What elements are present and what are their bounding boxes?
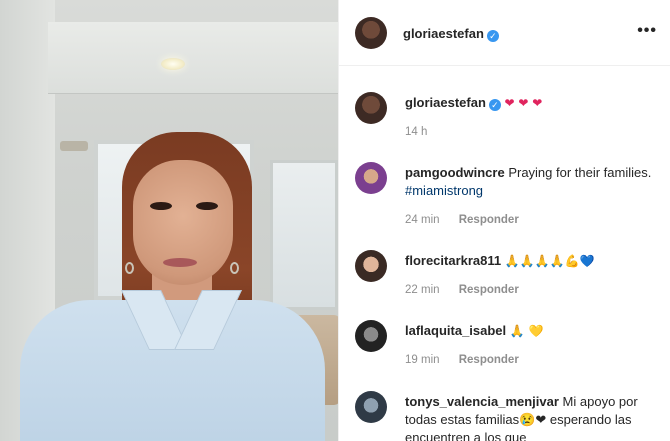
avatar[interactable] — [355, 320, 387, 352]
person-lips — [163, 258, 197, 267]
background-window-right — [270, 160, 338, 310]
caption-username[interactable]: gloriaestefan — [405, 95, 486, 110]
comment-meta: 24 min Responder — [405, 214, 535, 226]
reply-button[interactable]: Responder — [459, 214, 519, 226]
comment-text: laflaquita_isabel 🙏 💛 — [405, 322, 655, 340]
verified-badge-icon: ✓ — [486, 30, 499, 42]
avatar[interactable] — [355, 162, 387, 194]
comment-username[interactable]: pamgoodwincre — [405, 165, 505, 180]
comments-panel: gloriaestefan ✓ ••• gloriaestefan ✓ ❤ ❤ ❤ … — [338, 0, 670, 441]
comment-username[interactable]: tonys_valencia_menjivar — [405, 394, 559, 409]
comment-time: 24 min — [405, 214, 440, 226]
avatar[interactable] — [355, 250, 387, 282]
verified-badge-icon: ✓ — [488, 99, 501, 111]
comment-username[interactable]: laflaquita_isabel — [405, 323, 506, 338]
comment-username[interactable]: florecitarkra811 — [405, 253, 501, 268]
caption-text: gloriaestefan ✓ ❤ ❤ ❤ — [405, 94, 655, 112]
earring-left — [125, 262, 134, 274]
caption-emojis: ❤ ❤ ❤ — [504, 96, 543, 110]
reply-button[interactable]: Responder — [459, 284, 519, 296]
wall-fixture — [60, 141, 88, 151]
caption-meta: 14 h — [405, 126, 443, 138]
caption-time: 14 h — [405, 126, 428, 138]
avatar[interactable] — [355, 17, 387, 49]
ceiling-light — [161, 58, 185, 70]
comment-text: tonys_valencia_menjivar Mi apoyo por tod… — [405, 393, 655, 441]
comment-meta: 19 min Responder — [405, 354, 535, 366]
post-author-username[interactable]: gloriaestefan — [403, 26, 484, 41]
post-media[interactable] — [0, 0, 338, 441]
comment-time: 22 min — [405, 284, 440, 296]
background-ceiling — [48, 22, 338, 94]
reply-button[interactable]: Responder — [459, 354, 519, 366]
comment-text: florecitarkra811 🙏🙏🙏🙏💪💙 — [405, 252, 655, 270]
comment-time: 19 min — [405, 354, 440, 366]
avatar[interactable] — [355, 92, 387, 124]
comment-body: Praying for their families. — [508, 165, 652, 180]
avatar[interactable] — [355, 391, 387, 423]
comment-text: pamgoodwincre Praying for their families… — [405, 164, 655, 200]
comment-body: 🙏🙏🙏🙏💪💙 — [504, 254, 595, 268]
person-eye-right — [196, 202, 218, 210]
more-options-icon[interactable]: ••• — [637, 22, 657, 40]
earring-right — [230, 262, 239, 274]
post-header: gloriaestefan ✓ ••• — [339, 0, 670, 66]
comment-body: 🙏 💛 — [509, 324, 544, 338]
comment-meta: 22 min Responder — [405, 284, 535, 296]
person-eye-left — [150, 202, 172, 210]
post-author: gloriaestefan ✓ — [403, 25, 499, 43]
comment-hashtag[interactable]: #miamistrong — [405, 183, 483, 198]
